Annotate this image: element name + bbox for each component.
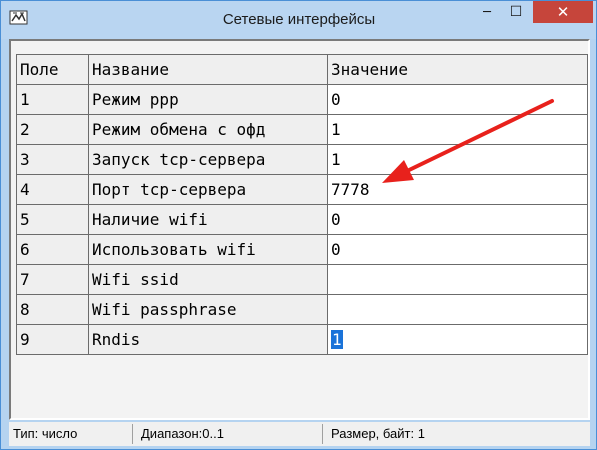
window-title: Сетевые интерфейсы (222, 11, 376, 28)
field-cell: 7 (16, 264, 89, 295)
name-cell: Режим обмена с офд (88, 114, 328, 145)
table-row: 9 Rndis 1 (16, 324, 588, 355)
field-cell: 1 (16, 84, 89, 115)
close-icon: ✕ (556, 3, 570, 21)
column-header-value[interactable]: Значение (327, 54, 588, 85)
title-bar[interactable]: Сетевые интерфейсы ─ ☐ ✕ (1, 1, 596, 39)
table-row: 2 Режим обмена с офд 1 (16, 114, 588, 145)
value-cell[interactable]: 0 (327, 204, 588, 235)
field-cell: 8 (16, 294, 89, 325)
field-cell: 2 (16, 114, 89, 145)
minimize-icon: ─ (483, 4, 491, 20)
value-cell[interactable]: 1 (327, 144, 588, 175)
table-header-row: Поле Название Значение (16, 54, 588, 85)
field-cell: 4 (16, 174, 89, 205)
status-bar: Тип: число Диапазон:0..1 Размер, байт: 1 (9, 422, 590, 446)
table-row: 3 Запуск tcp-сервера 1 (16, 144, 588, 175)
value-cell[interactable] (327, 264, 588, 295)
value-cell[interactable]: 1 (327, 114, 588, 145)
value-cell[interactable]: 0 (327, 84, 588, 115)
table-row: 5 Наличие wifi 0 (16, 204, 588, 235)
name-cell: Wifi ssid (88, 264, 328, 295)
field-cell: 5 (16, 204, 89, 235)
field-cell: 6 (16, 234, 89, 265)
name-cell: Запуск tcp-сервера (88, 144, 328, 175)
table-row: 1 Режим ppp 0 (16, 84, 588, 115)
selected-value-text[interactable]: 1 (331, 330, 343, 349)
name-cell: Wifi passphrase (88, 294, 328, 325)
value-cell[interactable]: 7778 (327, 174, 588, 205)
client-area: Поле Название Значение 1 Режим ppp 0 2 Р… (9, 39, 590, 420)
minimize-button[interactable]: ─ (473, 1, 501, 23)
close-button[interactable]: ✕ (533, 1, 593, 23)
status-range: Диапазон:0..1 (137, 424, 323, 444)
value-cell-editing[interactable]: 1 (327, 324, 588, 355)
value-cell[interactable] (327, 294, 588, 325)
status-size: Размер, байт: 1 (331, 426, 425, 441)
name-cell: Использовать wifi (88, 234, 328, 265)
table-row: 7 Wifi ssid (16, 264, 588, 295)
value-cell[interactable]: 0 (327, 234, 588, 265)
name-cell: Порт tcp-сервера (88, 174, 328, 205)
field-cell: 9 (16, 324, 89, 355)
app-icon (9, 10, 28, 25)
settings-table: Поле Название Значение 1 Режим ppp 0 2 Р… (16, 54, 588, 355)
name-cell: Наличие wifi (88, 204, 328, 235)
name-cell: Режим ppp (88, 84, 328, 115)
table-row: 4 Порт tcp-сервера 7778 (16, 174, 588, 205)
field-cell: 3 (16, 144, 89, 175)
maximize-button[interactable]: ☐ (502, 1, 530, 23)
maximize-icon: ☐ (509, 4, 523, 20)
settings-grid[interactable]: Поле Название Значение 1 Режим ppp 0 2 Р… (9, 39, 590, 420)
app-window: Сетевые интерфейсы ─ ☐ ✕ Поле Название З… (0, 0, 597, 450)
column-header-field[interactable]: Поле (16, 54, 89, 85)
column-header-name[interactable]: Название (88, 54, 328, 85)
table-row: 6 Использовать wifi 0 (16, 234, 588, 265)
name-cell: Rndis (88, 324, 328, 355)
table-row: 8 Wifi passphrase (16, 294, 588, 325)
status-type: Тип: число (9, 424, 133, 444)
